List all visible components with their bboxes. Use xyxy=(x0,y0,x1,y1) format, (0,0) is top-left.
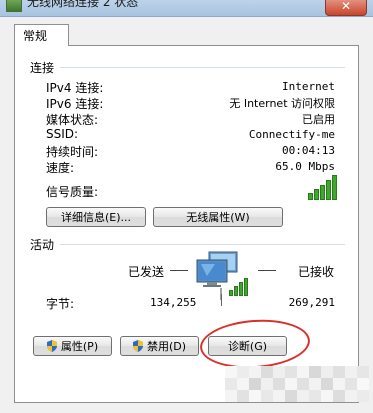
signal-small-icon xyxy=(229,278,251,296)
received-label: 已接收 xyxy=(298,265,335,279)
details-button[interactable]: 详细信息(E)... xyxy=(46,207,146,227)
close-button[interactable]: ✕ xyxy=(325,0,367,16)
bytes-received-value: 269,291 xyxy=(288,296,335,309)
connection-section-label: 连接 xyxy=(30,61,55,75)
ipv6-value: 无 Internet 访问权限 xyxy=(229,97,335,110)
duration-value: 00:04:13 xyxy=(282,144,335,157)
blurred-region xyxy=(225,358,373,413)
duration-label: 持续时间: xyxy=(46,145,99,159)
signal-quality-label: 信号质量: xyxy=(46,185,99,199)
divider xyxy=(60,67,345,69)
title-bar: 无线网络连接 2 状态 ✕ xyxy=(0,0,373,17)
divider xyxy=(221,294,222,306)
received-line xyxy=(258,270,276,271)
network-icon xyxy=(6,0,22,12)
wireless-properties-button[interactable]: 无线属性(W) xyxy=(153,207,283,227)
activity-section-label: 活动 xyxy=(30,238,55,252)
disable-button[interactable]: 禁用(D) xyxy=(120,336,199,356)
divider xyxy=(60,244,345,246)
ssid-label: SSID: xyxy=(46,127,79,141)
speed-value: 65.0 Mbps xyxy=(275,160,335,173)
status-dialog: 无线网络连接 2 状态 ✕ 常规 连接 IPv4 连接: Internet IP… xyxy=(0,0,373,413)
sent-line xyxy=(170,270,188,271)
speed-label: 速度: xyxy=(46,161,75,175)
shield-icon xyxy=(46,340,57,352)
media-state-value: 已启用 xyxy=(302,113,335,126)
sent-label: 已发送 xyxy=(128,265,165,279)
disable-button-label: 禁用(D) xyxy=(146,340,187,353)
properties-button-label: 属性(P) xyxy=(60,340,99,353)
bytes-label: 字节: xyxy=(46,297,75,311)
media-state-label: 媒体状态: xyxy=(46,113,99,127)
ssid-value: Connectify-me xyxy=(248,128,335,141)
properties-button[interactable]: 属性(P) xyxy=(33,336,112,356)
ipv4-label: IPv4 连接: xyxy=(46,81,104,95)
bytes-sent-value: 134,255 xyxy=(150,296,197,309)
shield-icon xyxy=(132,340,143,352)
signal-strength-icon xyxy=(308,175,338,200)
window-title: 无线网络连接 2 状态 xyxy=(27,0,139,9)
tab-general[interactable]: 常规 xyxy=(14,24,69,46)
ipv6-label: IPv6 连接: xyxy=(46,97,104,111)
ipv4-value: Internet xyxy=(282,80,335,93)
